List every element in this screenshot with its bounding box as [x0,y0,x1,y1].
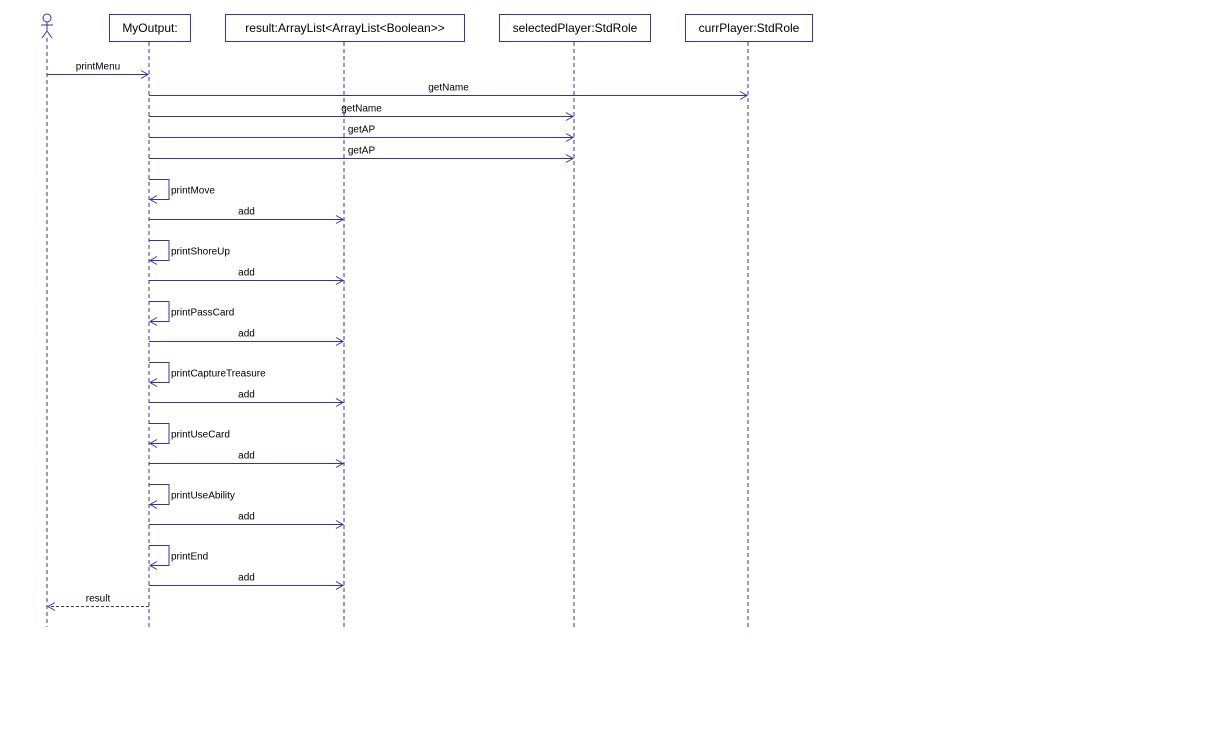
message-self-call: printPassCard [148,301,234,326]
participant-myoutput: MyOutput: [109,14,191,42]
participant-heads: MyOutput: result:ArrayList<ArrayList<Bool… [41,13,813,42]
message-label: printUseAbility [171,491,235,502]
messages: printMenu getName getName getAP getAP printMo… [46,62,749,611]
message-line [149,362,170,383]
message-label: printMove [171,186,215,197]
message-label: printEnd [171,552,208,563]
message-label: add [238,390,255,401]
message-label: add [238,573,255,584]
message-label: add [238,451,255,462]
participant-label: result:ArrayList<ArrayList<Boolean>> [245,21,444,35]
actor-icon [41,13,53,39]
participant-result: result:ArrayList<ArrayList<Boolean>> [225,14,465,42]
message-line [149,179,170,200]
message-call: add [149,390,345,407]
message-call: add [149,329,345,346]
message-label: printUseCard [171,430,230,441]
participant-curr: currPlayer:StdRole [685,14,813,42]
message-self-call: printCaptureTreasure [148,362,266,387]
message-label: printShoreUp [171,247,230,258]
message-self-call: printUseCard [148,423,230,448]
message-line [149,301,170,322]
participant-label: currPlayer:StdRole [699,21,800,35]
message-call: add [149,207,345,224]
message-self-call: printMove [148,179,215,204]
message-call: add [149,573,345,590]
message-call: getAP [149,146,575,163]
message-line [149,240,170,261]
sequence-diagram: MyOutput: result:ArrayList<ArrayList<Bool… [41,13,813,627]
message-label: add [238,207,255,218]
message-label: printPassCard [171,308,234,319]
message-self-call: printUseAbility [148,484,235,509]
participant-selected: selectedPlayer:StdRole [499,14,651,42]
lifelines [46,38,749,627]
message-label: getName [341,104,382,115]
message-call: getName [149,83,749,100]
message-return: result [46,594,149,611]
message-label: result [86,594,111,605]
message-self-call: printShoreUp [148,240,230,265]
message-label: add [238,268,255,279]
message-call: printMenu [47,62,150,79]
message-label: add [238,329,255,340]
message-call: getAP [149,125,575,142]
message-call: add [149,268,345,285]
message-label: getAP [348,146,376,157]
participant-label: MyOutput: [122,21,177,35]
message-call: getName [149,104,575,121]
participant-label: selectedPlayer:StdRole [513,21,638,35]
message-line [149,423,170,444]
message-line [149,545,170,566]
message-label: add [238,512,255,523]
message-label: printCaptureTreasure [171,369,266,380]
message-label: printMenu [76,62,120,73]
message-label: getAP [348,125,376,136]
message-line [149,484,170,505]
message-label: getName [428,83,469,94]
message-call: add [149,512,345,529]
message-self-call: printEnd [148,545,208,570]
message-call: add [149,451,345,468]
